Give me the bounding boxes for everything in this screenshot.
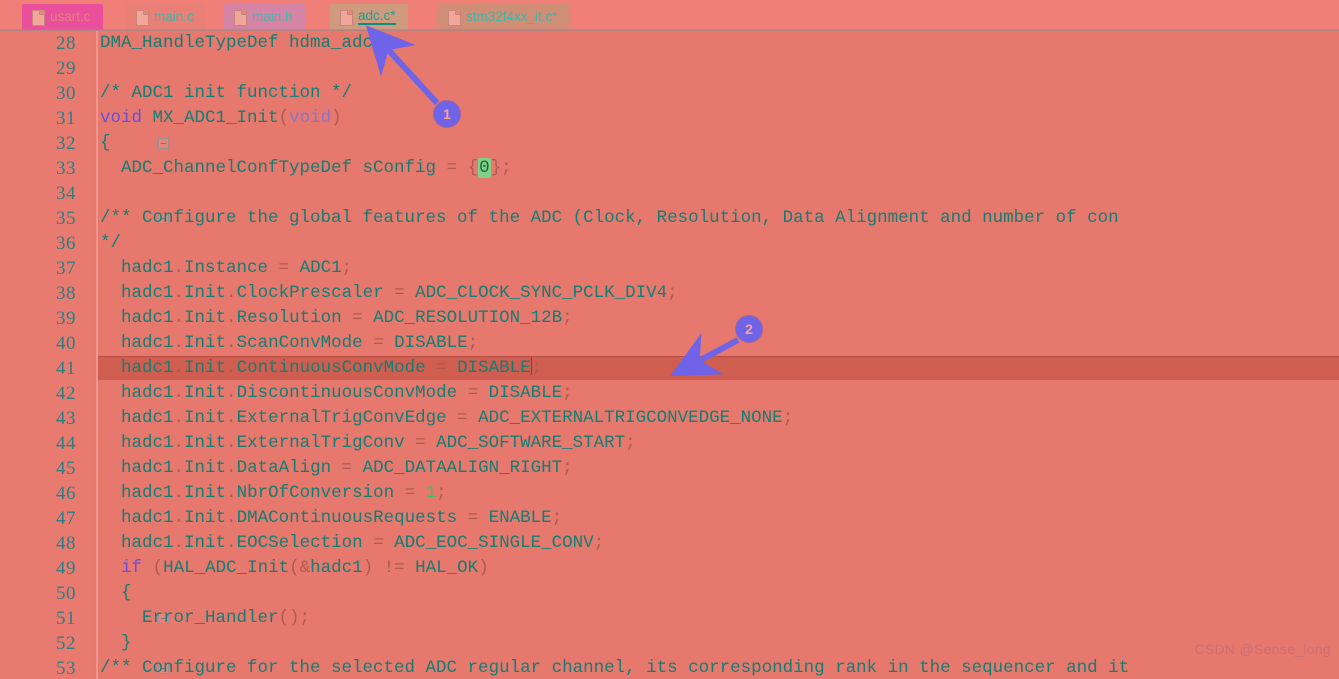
line-content: hadc1.Init.ScanConvMode = DISABLE; (100, 333, 479, 353)
code-line[interactable]: 40 hadc1.Init.ScanConvMode = DISABLE; (0, 331, 1339, 356)
code-line[interactable]: 45 hadc1.Init.DataAlign = ADC_DATAALIGN_… (0, 456, 1339, 481)
line-number: 34 (56, 183, 76, 204)
line-content: void MX_ADC1_Init(void) (100, 108, 342, 128)
tab-usart-c[interactable]: usart.c (22, 4, 103, 30)
line-number: 36 (56, 233, 76, 254)
line-number: 32 (56, 133, 76, 154)
tab-label: main.h (252, 9, 293, 25)
code-line[interactable]: 43 hadc1.Init.ExternalTrigConvEdge = ADC… (0, 406, 1339, 431)
line-number: 42 (56, 383, 76, 404)
line-content: hadc1.Init.DiscontinuousConvMode = DISAB… (100, 383, 573, 403)
line-number: 39 (56, 308, 76, 329)
line-number: 53 (56, 658, 76, 679)
line-content: hadc1.Init.ExternalTrigConv = ADC_SOFTWA… (100, 433, 636, 453)
line-content: { (100, 133, 111, 153)
tab-label: usart.c (50, 9, 91, 25)
line-number: 33 (56, 158, 76, 179)
line-number: 45 (56, 458, 76, 479)
line-number: 43 (56, 408, 76, 429)
line-content: hadc1.Instance = ADC1; (100, 258, 353, 278)
line-content: /** Configure the global features of the… (100, 208, 1119, 228)
line-number: 29 (56, 58, 76, 79)
code-line[interactable]: 38 hadc1.Init.ClockPrescaler = ADC_CLOCK… (0, 281, 1339, 306)
code-line[interactable]: 29 (0, 56, 1339, 81)
line-number: 28 (56, 33, 76, 54)
code-line[interactable]: 35 /** Configure the global features of … (0, 206, 1339, 231)
code-line[interactable]: 51 Error_Handler(); (0, 606, 1339, 631)
code-line[interactable]: 50 { (0, 581, 1339, 606)
code-line[interactable]: 31 void MX_ADC1_Init(void) (0, 106, 1339, 131)
file-icon (136, 9, 149, 26)
code-line[interactable]: 34 (0, 181, 1339, 206)
file-icon (32, 9, 45, 26)
line-number: 31 (56, 108, 76, 129)
code-line[interactable]: 49 if (HAL_ADC_Init(&hadc1) != HAL_OK) (0, 556, 1339, 581)
tab-adc-c[interactable]: adc.c* (330, 4, 408, 30)
line-content: */ (100, 233, 122, 253)
line-content: if (HAL_ADC_Init(&hadc1) != HAL_OK) (121, 558, 489, 578)
line-content: hadc1.Init.ExternalTrigConvEdge = ADC_EX… (100, 408, 794, 428)
code-line[interactable]: 53 /** Configure for the selected ADC re… (0, 656, 1339, 679)
line-number: 49 (56, 558, 76, 579)
editor-tab-bar: usart.c main.c main.h adc.c* stm32f4xx_i… (0, 0, 1339, 30)
line-content: hadc1.Init.ClockPrescaler = ADC_CLOCK_SY… (100, 283, 678, 303)
line-number: 48 (56, 533, 76, 554)
code-editor-window: usart.c main.c main.h adc.c* stm32f4xx_i… (0, 0, 1339, 679)
code-editor-area[interactable]: 28 DMA_HandleTypeDef hdma_adc1; 29 30 /*… (0, 31, 1339, 679)
code-lines: 28 DMA_HandleTypeDef hdma_adc1; 29 30 /*… (0, 31, 1339, 679)
code-line[interactable]: 44 hadc1.Init.ExternalTrigConv = ADC_SOF… (0, 431, 1339, 456)
line-content: hadc1.Init.NbrOfConversion = 1; (100, 483, 447, 503)
tab-label: main.c (154, 9, 194, 25)
line-number: 40 (56, 333, 76, 354)
file-icon (340, 9, 353, 26)
line-number: 41 (56, 358, 76, 379)
line-content: Error_Handler(); (100, 608, 311, 628)
code-line[interactable]: 37 hadc1.Instance = ADC1; (0, 256, 1339, 281)
line-content: hadc1.Init.DataAlign = ADC_DATAALIGN_RIG… (100, 458, 573, 478)
tab-label: stm32f4xx_it.c* (466, 9, 558, 25)
line-number: 51 (56, 608, 76, 629)
line-content: ADC_ChannelConfTypeDef sConfig = {0}; (100, 158, 512, 178)
line-content: { (100, 583, 132, 603)
code-line[interactable]: 33 ADC_ChannelConfTypeDef sConfig = {0}; (0, 156, 1339, 181)
code-line[interactable]: 52 } (0, 631, 1339, 656)
line-number: 52 (56, 633, 76, 654)
code-line-active[interactable]: 41 hadc1.Init.ContinuousConvMode = DISAB… (0, 356, 1339, 381)
line-content: hadc1.Init.EOCSelection = ADC_EOC_SINGLE… (100, 533, 605, 553)
tab-stm32f4xx-it-c[interactable]: stm32f4xx_it.c* (438, 4, 570, 30)
code-line[interactable]: 47 hadc1.Init.DMAContinuousRequests = EN… (0, 506, 1339, 531)
line-number: 50 (56, 583, 76, 604)
callout-badge-1: 1 (434, 101, 460, 127)
code-line[interactable]: 48 hadc1.Init.EOCSelection = ADC_EOC_SIN… (0, 531, 1339, 556)
line-content: /* ADC1 init function */ (100, 83, 353, 103)
code-line[interactable]: 36 */ (0, 231, 1339, 256)
code-line[interactable]: 32 { (0, 131, 1339, 156)
code-line[interactable]: 39 hadc1.Init.Resolution = ADC_RESOLUTIO… (0, 306, 1339, 331)
watermark: CSDN @Sense_long (1194, 641, 1331, 657)
callout-badge-2: 2 (736, 316, 762, 342)
tab-main-c[interactable]: main.c (126, 4, 206, 30)
line-number: 46 (56, 483, 76, 504)
line-number: 38 (56, 283, 76, 304)
line-content: hadc1.Init.DMAContinuousRequests = ENABL… (100, 508, 563, 528)
code-line[interactable]: 42 hadc1.Init.DiscontinuousConvMode = DI… (0, 381, 1339, 406)
line-content: } (100, 633, 132, 653)
code-line[interactable]: 46 hadc1.Init.NbrOfConversion = 1; (0, 481, 1339, 506)
line-content: DMA_HandleTypeDef hdma_adc1; (100, 33, 395, 53)
line-number: 37 (56, 258, 76, 279)
line-content: /** Configure for the selected ADC regul… (100, 658, 1130, 678)
tab-main-h[interactable]: main.h (224, 4, 305, 30)
line-number: 30 (56, 83, 76, 104)
code-line[interactable]: 28 DMA_HandleTypeDef hdma_adc1; (0, 31, 1339, 56)
line-number: 44 (56, 433, 76, 454)
line-content: hadc1.Init.Resolution = ADC_RESOLUTION_1… (100, 308, 573, 328)
code-line[interactable]: 30 /* ADC1 init function */ (0, 81, 1339, 106)
line-number: 47 (56, 508, 76, 529)
line-number: 35 (56, 208, 76, 229)
file-icon (234, 9, 247, 26)
line-content: hadc1.Init.ContinuousConvMode = DISABLE; (100, 357, 543, 378)
tab-label: adc.c* (358, 9, 396, 26)
file-icon (448, 9, 461, 26)
